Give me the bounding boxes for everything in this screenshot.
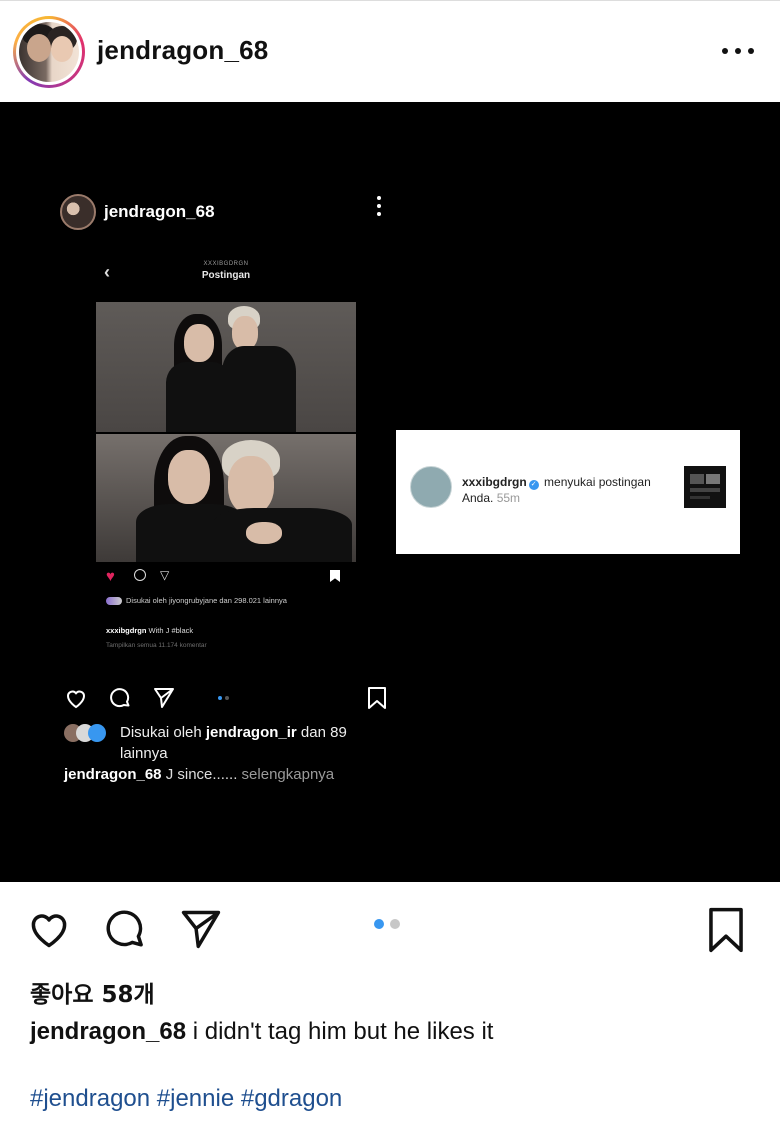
screenshot-account: XXXIBGDRGN	[203, 261, 249, 267]
inner-more-icon	[377, 196, 383, 216]
inner-carousel-dots	[218, 696, 232, 701]
post-image[interactable]: jendragon_68 ‹ XXXIBGDRGN Postingan ♥ ▽ …	[0, 102, 780, 882]
avatar-image	[19, 22, 79, 82]
caption-username[interactable]: jendragon_68	[30, 1018, 186, 1045]
notification-thumbnail	[684, 466, 726, 508]
carousel-dot-active	[374, 919, 384, 929]
post-caption: jendragon_68 i didn't tag him but he lik…	[30, 1018, 493, 1046]
heart-icon[interactable]	[26, 907, 72, 951]
inner-post-header: jendragon_68	[60, 194, 390, 230]
mini-bookmark-icon	[330, 570, 340, 582]
mini-share-icon: ▽	[160, 568, 170, 582]
liked-heart-icon: ♥	[106, 568, 115, 585]
post-actions	[0, 882, 780, 972]
inner-caption: jendragon_68 J since...... selengkapnya	[64, 766, 335, 783]
notification-avatar	[410, 466, 452, 508]
screenshot-caption: xxxibgdrgn With J #black	[106, 626, 194, 635]
screenshot-likes: Disukai oleh jiyongrubyjane dan 298.021 …	[106, 596, 346, 606]
screenshot-title: Postingan	[201, 270, 251, 281]
username[interactable]: jendragon_68	[97, 35, 268, 66]
post-header: jendragon_68	[0, 0, 780, 102]
likes-count[interactable]: 좋아요 58개	[30, 975, 155, 1009]
screenshot-photo	[96, 302, 356, 562]
screenshot-header: ‹ XXXIBGDRGN Postingan	[96, 252, 356, 302]
verified-icon: ✓	[528, 480, 539, 490]
inner-comment-icon	[110, 688, 130, 708]
bookmark-icon[interactable]	[706, 907, 746, 953]
inner-share-icon	[154, 688, 174, 708]
inner-bookmark-icon	[368, 687, 386, 709]
inner-likes: Disukai oleh jendragon_ir dan 89 lainnya	[64, 722, 394, 764]
notification-text: xxxibgdrgn ✓ menyukai postingan Anda. 55m	[462, 475, 651, 505]
more-icon[interactable]	[722, 43, 754, 59]
screenshot-actions: ♥ ▽	[106, 568, 346, 588]
caption-text: i didn't tag him but he likes it	[186, 1018, 494, 1045]
hashtags[interactable]: #jendragon #jennie #gdragon	[30, 1085, 342, 1113]
like-notification: xxxibgdrgn ✓ menyukai postingan Anda. 55m	[396, 430, 740, 554]
share-icon[interactable]	[178, 907, 224, 951]
inner-avatar	[60, 194, 96, 230]
screenshot-comments-link: Tampilkan semua 11.174 komentar	[106, 642, 207, 649]
liker-avatars	[106, 597, 122, 605]
avatar[interactable]	[13, 16, 85, 88]
inner-actions	[64, 686, 394, 712]
inner-heart-icon	[66, 690, 86, 709]
carousel-dots[interactable]	[374, 919, 406, 931]
mini-comment-icon	[134, 569, 146, 581]
comment-icon[interactable]	[103, 907, 147, 951]
carousel-dot	[390, 919, 400, 929]
inner-username: jendragon_68	[104, 202, 215, 221]
inner-liker-avatars	[64, 724, 114, 742]
